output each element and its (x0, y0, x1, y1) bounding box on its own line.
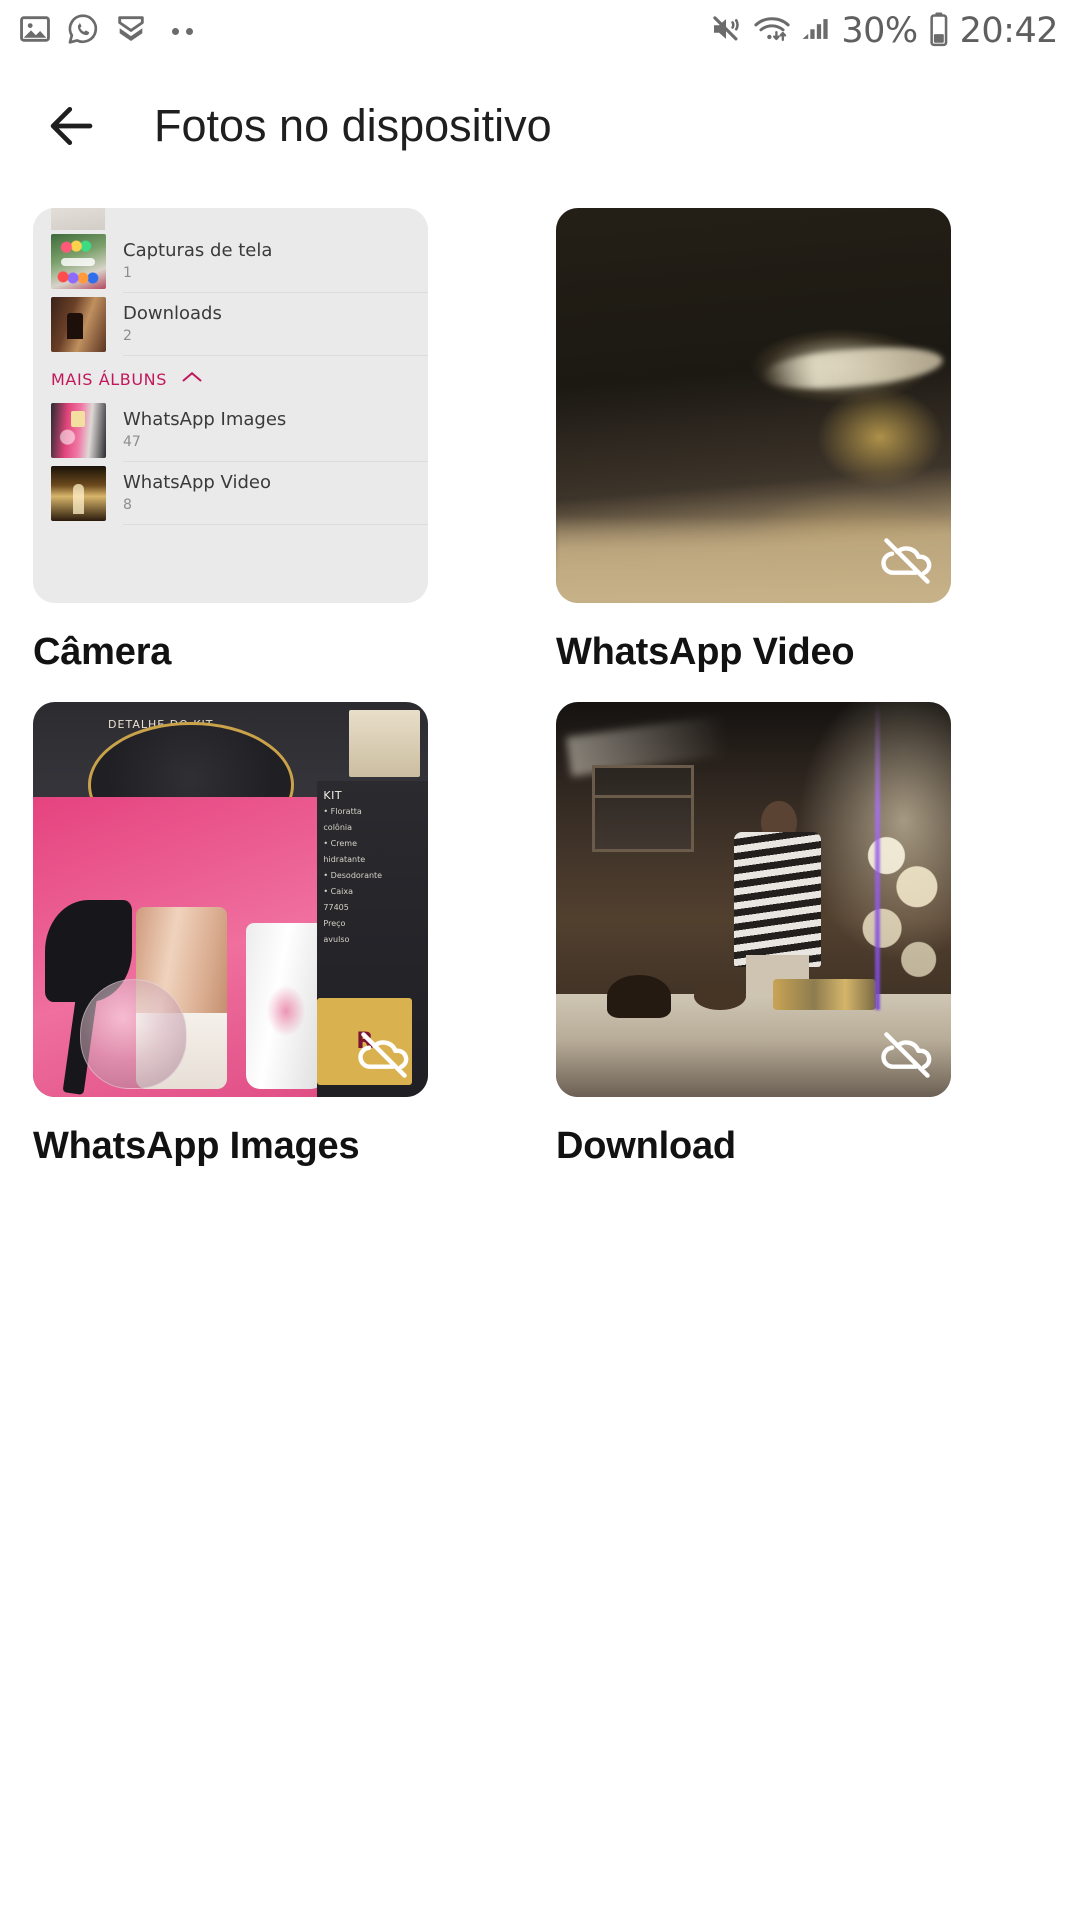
poster-code: 77405 (323, 903, 349, 912)
album-thumb-icon (51, 297, 106, 352)
battery-icon (927, 11, 951, 52)
album-cell-download: Download (556, 702, 1047, 1174)
nested-list-item[interactable]: Downloads 2 (33, 293, 428, 356)
poster-price-badge: R (317, 998, 413, 1086)
status-bar-clock: 20:42 (959, 11, 1059, 51)
nested-list-item[interactable]: WhatsApp Images 47 (33, 399, 428, 462)
nested-item-name: WhatsApp Images (123, 408, 287, 430)
nested-list-item[interactable]: Capturas de tela 1 (33, 230, 428, 293)
nested-item-text: WhatsApp Video 8 (123, 462, 428, 525)
album-cell-camera: Capturas de tela 1 Downloads 2 MAIS ÁLBU… (33, 208, 524, 680)
poster-bullet: • Caixa (323, 887, 354, 896)
photo-icon (18, 12, 52, 51)
photo-plate (694, 982, 746, 1011)
album-preview-image (556, 208, 951, 603)
status-bar-right-icons: 30% 20:42 (708, 11, 1059, 52)
album-thumb-icon (51, 403, 106, 458)
poster-bullet: hidratante (323, 855, 366, 864)
back-button[interactable] (36, 90, 108, 162)
album-thumb-icon (51, 234, 106, 289)
album-label: WhatsApp Video (556, 631, 855, 673)
poster-bullet: • Floratta (323, 807, 362, 816)
more-albums-section-header[interactable]: MAIS ÁLBUNS (33, 356, 428, 399)
double-chevron-down-icon (114, 12, 148, 51)
album-grid: Capturas de tela 1 Downloads 2 MAIS ÁLBU… (0, 190, 1080, 1174)
nested-item-count: 2 (123, 328, 132, 345)
album-label: Download (556, 1125, 736, 1167)
chevron-up-icon[interactable] (181, 370, 203, 389)
photo-person-body (733, 832, 821, 967)
more-albums-label: MAIS ÁLBUNS (51, 370, 167, 389)
poster-round-flacon (80, 978, 188, 1090)
more-dots-icon (172, 27, 193, 35)
poster-corner-panel (349, 709, 421, 778)
album-thumbnail-whatsapp-images[interactable]: DETALHE DO KIT KIT • Floratta colônia • … (33, 702, 428, 1097)
photo-window (591, 765, 695, 853)
whatsapp-icon (66, 12, 100, 51)
poster-kit-title: KIT (323, 789, 343, 802)
nested-item-name: Capturas de tela (123, 239, 273, 261)
status-bar-left-icons (18, 12, 193, 51)
nested-row-partial (33, 208, 428, 230)
nested-item-text: Capturas de tela 1 (123, 230, 428, 293)
poster-bottle-white (246, 923, 326, 1090)
poster-bullet: colônia (323, 823, 353, 832)
nested-list-item[interactable]: WhatsApp Video 8 (33, 462, 428, 525)
album-thumbnail-camera[interactable]: Capturas de tela 1 Downloads 2 MAIS ÁLBU… (33, 208, 428, 603)
poster-price-sub: avulso (323, 935, 350, 944)
nested-thumb-partial (51, 208, 105, 230)
status-bar: 30% 20:42 (0, 0, 1080, 62)
nested-item-text: Downloads 2 (123, 293, 428, 356)
wifi-icon (753, 11, 791, 52)
nested-item-count: 8 (123, 497, 132, 514)
album-thumbnail-download[interactable] (556, 702, 951, 1097)
photo-food-tray (773, 978, 876, 1011)
app-bar: Fotos no dispositivo (0, 62, 1080, 190)
nested-album-list: Capturas de tela 1 Downloads 2 MAIS ÁLBU… (33, 208, 428, 603)
volume-mute-vibrate-icon (708, 11, 744, 52)
nested-item-text: WhatsApp Images 47 (123, 399, 428, 462)
album-label: WhatsApp Images (33, 1125, 360, 1167)
photo-balloons (856, 820, 944, 995)
album-preview-image (556, 702, 951, 1097)
nested-item-count: 1 (123, 265, 132, 282)
album-thumb-icon (51, 466, 106, 521)
album-preview-image: DETALHE DO KIT KIT • Floratta colônia • … (33, 702, 428, 1097)
nested-item-count: 47 (123, 434, 141, 451)
album-cell-whatsapp-images: DETALHE DO KIT KIT • Floratta colônia • … (33, 702, 524, 1174)
poster-bullet: • Creme (323, 839, 358, 848)
poster-bullet: • Desodorante (323, 871, 383, 880)
photo-light-streak (874, 702, 880, 1011)
cellular-signal-icon (800, 12, 832, 51)
nested-item-name: WhatsApp Video (123, 471, 271, 493)
photo-cake (607, 974, 671, 1018)
nested-item-name: Downloads (123, 302, 222, 324)
battery-percentage: 30% (841, 11, 918, 51)
page-title: Fotos no dispositivo (154, 100, 552, 151)
album-label: Câmera (33, 631, 172, 673)
back-arrow-icon (50, 106, 93, 146)
poster-price-label: Preço (323, 919, 346, 928)
album-thumbnail-whatsapp-video[interactable] (556, 208, 951, 603)
album-cell-whatsapp-video: WhatsApp Video (556, 208, 1047, 680)
